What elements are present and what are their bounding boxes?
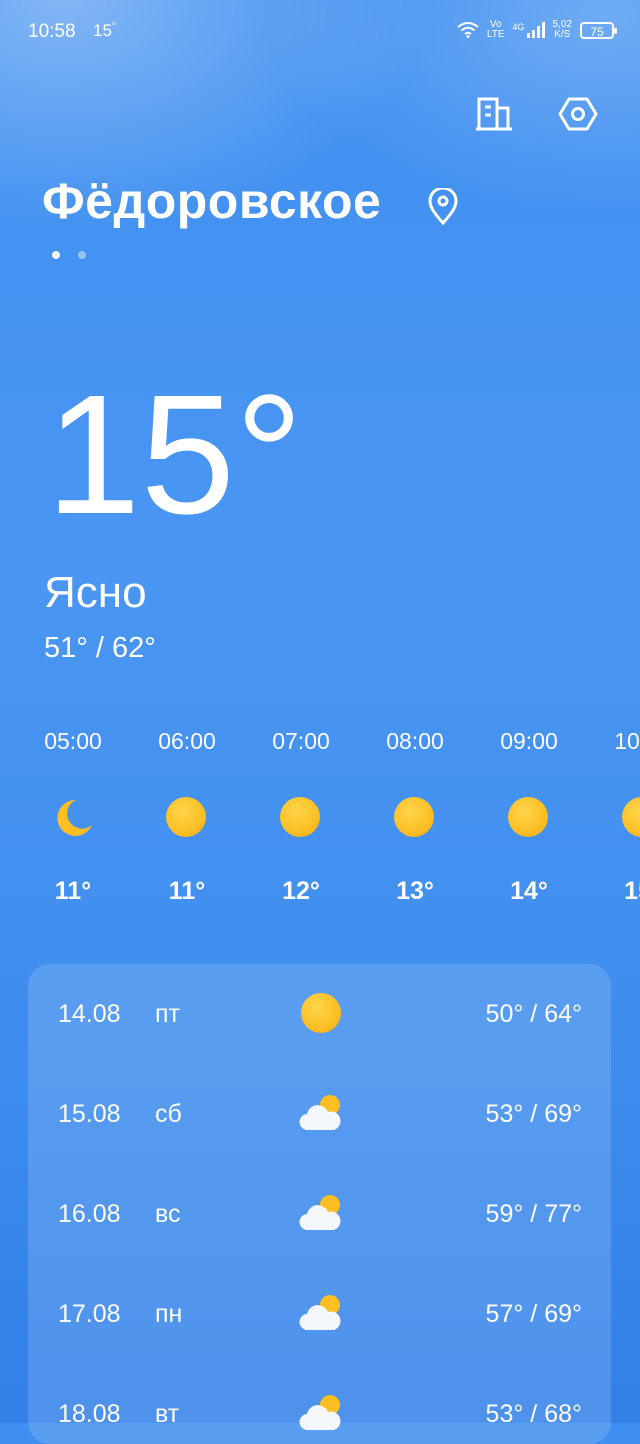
status-time: 10:58 (28, 21, 76, 42)
day-name: пн (155, 1300, 183, 1328)
day-name: пт (155, 1000, 180, 1028)
sun-icon (394, 797, 436, 839)
current-temperature: 15° (46, 360, 304, 550)
hour-temp: 11° (168, 877, 206, 905)
hour-time: 10:00 (614, 728, 640, 754)
sun-icon (298, 992, 344, 1034)
daily-row[interactable]: 16.08 вс 59° / 77° (28, 1184, 611, 1244)
hour-temp: 12° (282, 877, 320, 905)
location-pin-icon[interactable] (426, 188, 460, 226)
hour-time: 09:00 (500, 728, 558, 754)
partly-cloudy-icon (299, 1095, 341, 1131)
net-speed-unit: K/S (554, 29, 571, 40)
day-name: сб (155, 1100, 182, 1128)
day-range: 57° / 69° (485, 1300, 582, 1328)
daily-row[interactable]: 18.08 вт 53° / 68° (28, 1384, 611, 1444)
hour-temp: 13° (396, 877, 434, 905)
daily-row[interactable]: 17.08 пн 57° / 69° (28, 1284, 611, 1344)
hourly-forecast[interactable]: 05:00 11° 06:00 11° 07:00 12° 08:00 13° … (0, 720, 640, 920)
current-condition: Ясно (44, 568, 147, 617)
hour-time: 05:00 (44, 728, 102, 754)
signal-icon (526, 22, 545, 38)
current-range: 51° / 62° (44, 632, 156, 664)
status-bar: 10:58 15° Vo LTE 4G 5,02 K/S 75 (0, 0, 640, 64)
battery-icon: 75 (580, 21, 617, 39)
hour-temp: 11° (54, 877, 92, 905)
status-temp-value: 15 (93, 21, 112, 40)
buildings-icon[interactable] (474, 94, 514, 134)
hexagon-settings-icon[interactable] (558, 94, 598, 134)
net-speed: 5,02 K/S (553, 20, 572, 40)
day-date: 18.08 (58, 1400, 121, 1428)
hour-time: 08:00 (386, 728, 444, 754)
day-range: 50° / 64° (485, 1000, 582, 1028)
daily-forecast-card[interactable]: 14.08 пт 50° / 64° 15.08 сб 53° / 69° 16… (28, 964, 611, 1444)
moon-icon (57, 799, 92, 836)
city-name[interactable]: Фёдоровское (42, 172, 381, 230)
status-temp-degree: ° (111, 21, 116, 33)
day-date: 17.08 (58, 1300, 121, 1328)
day-name: вс (155, 1200, 181, 1228)
hour-time: 07:00 (272, 728, 330, 754)
day-range: 53° / 68° (485, 1400, 582, 1428)
volte-indicator: Vo LTE (487, 20, 505, 40)
hour-temp: 14° (510, 877, 548, 905)
daily-row[interactable]: 15.08 сб 53° / 69° (28, 1084, 611, 1144)
sun-icon (508, 797, 550, 839)
status-temp: 15° (93, 21, 116, 41)
battery-level: 75 (590, 24, 604, 39)
day-date: 16.08 (58, 1200, 121, 1228)
partly-cloudy-icon (299, 1195, 341, 1231)
sun-icon (622, 797, 640, 839)
page-indicator (52, 251, 86, 259)
day-date: 15.08 (58, 1100, 121, 1128)
sun-icon (280, 797, 322, 839)
hour-temp: 15° (624, 877, 640, 905)
network-type: 4G (512, 22, 525, 32)
hour-time: 06:00 (158, 728, 216, 754)
day-range: 53° / 69° (485, 1100, 582, 1128)
partly-cloudy-icon (299, 1295, 341, 1331)
day-range: 59° / 77° (485, 1200, 582, 1228)
daily-row[interactable]: 14.08 пт 50° / 64° (28, 984, 611, 1044)
partly-cloudy-icon (299, 1395, 341, 1431)
wifi-icon (457, 22, 479, 38)
page-dot (78, 251, 86, 259)
sun-icon (166, 797, 208, 839)
signal-indicator: 4G (513, 22, 545, 38)
page-dot-active (52, 251, 60, 259)
day-name: вт (155, 1400, 180, 1428)
volte-bottom: LTE (486, 29, 505, 40)
status-icons: Vo LTE 4G 5,02 K/S 75 (457, 20, 617, 40)
day-date: 14.08 (58, 1000, 121, 1028)
